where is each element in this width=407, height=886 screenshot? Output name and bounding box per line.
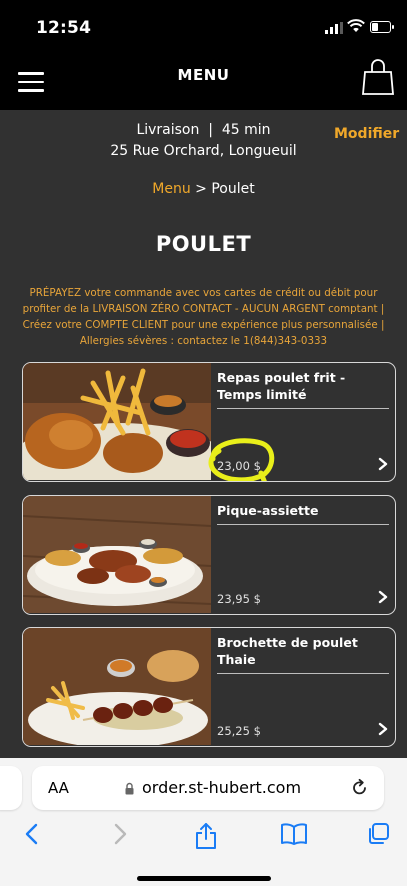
browser-toolbar: AA order.st-hubert.com [0, 758, 407, 886]
breadcrumb-separator: > [190, 181, 212, 197]
breadcrumb-menu-link[interactable]: Menu [152, 181, 190, 197]
menu-item-name: Pique-assiette [217, 503, 319, 518]
battery-icon [370, 21, 394, 33]
header-title: MENU [177, 66, 230, 84]
item-divider [217, 673, 389, 674]
delivery-address: 25 Rue Orchard, Longueuil [110, 143, 297, 159]
menu-item-name: Repas poulet frit - Temps limité [217, 370, 346, 402]
status-time: 12:54 [36, 18, 92, 38]
menu-item-card[interactable]: Pique-assiette 23,95 $ [22, 495, 396, 615]
forward-arrow-icon[interactable] [110, 822, 130, 846]
promo-notice: PRÉPAYEZ votre commande avec vos cartes … [22, 287, 385, 347]
shopping-bag-icon[interactable] [360, 56, 396, 100]
thai-skewer-photo [23, 628, 211, 745]
modify-delivery-link[interactable]: Modifier [334, 126, 399, 142]
chevron-right-icon[interactable] [377, 590, 389, 604]
back-arrow-icon[interactable] [22, 822, 42, 846]
reader-options-button[interactable]: AA [48, 779, 69, 797]
url-text[interactable]: order.st-hubert.com [142, 778, 301, 797]
share-icon[interactable] [194, 822, 218, 850]
platter-photo [23, 496, 211, 613]
chevron-right-icon[interactable] [377, 457, 389, 471]
cellular-signal-icon [325, 22, 343, 34]
breadcrumb-current: Poulet [211, 181, 255, 197]
lock-icon [125, 782, 134, 795]
fried-chicken-meal-photo [23, 363, 211, 480]
menu-item-price: 25,25 $ [217, 724, 261, 738]
menu-item-card[interactable]: Brochette de poulet Thaie 25,25 $ [22, 627, 396, 747]
menu-item-price: 23,00 $ [217, 459, 261, 473]
menu-item-card[interactable]: Repas poulet frit - Temps limité 23,00 $ [22, 362, 396, 482]
item-divider [217, 524, 389, 525]
status-bar: 12:54 [0, 0, 407, 56]
menu-item-price: 23,95 $ [217, 592, 261, 606]
item-divider [217, 408, 389, 409]
address-bar[interactable]: AA order.st-hubert.com [32, 766, 384, 810]
menu-item-name: Brochette de poulet Thaie [217, 635, 358, 667]
reload-icon[interactable] [350, 778, 370, 798]
highlight-circle-annotation [208, 438, 275, 481]
bookmarks-icon[interactable] [280, 822, 308, 846]
breadcrumb: Menu > Poulet [0, 181, 407, 197]
tabs-icon[interactable] [366, 822, 390, 846]
wifi-icon [347, 19, 365, 32]
app-header: MENU [0, 56, 407, 110]
home-indicator [137, 876, 271, 881]
chevron-right-icon[interactable] [377, 722, 389, 736]
page-title: POULET [155, 232, 252, 256]
menu-content: Livraison | 45 min 25 Rue Orchard, Longu… [0, 110, 407, 758]
previous-tab-preview[interactable] [0, 766, 22, 810]
